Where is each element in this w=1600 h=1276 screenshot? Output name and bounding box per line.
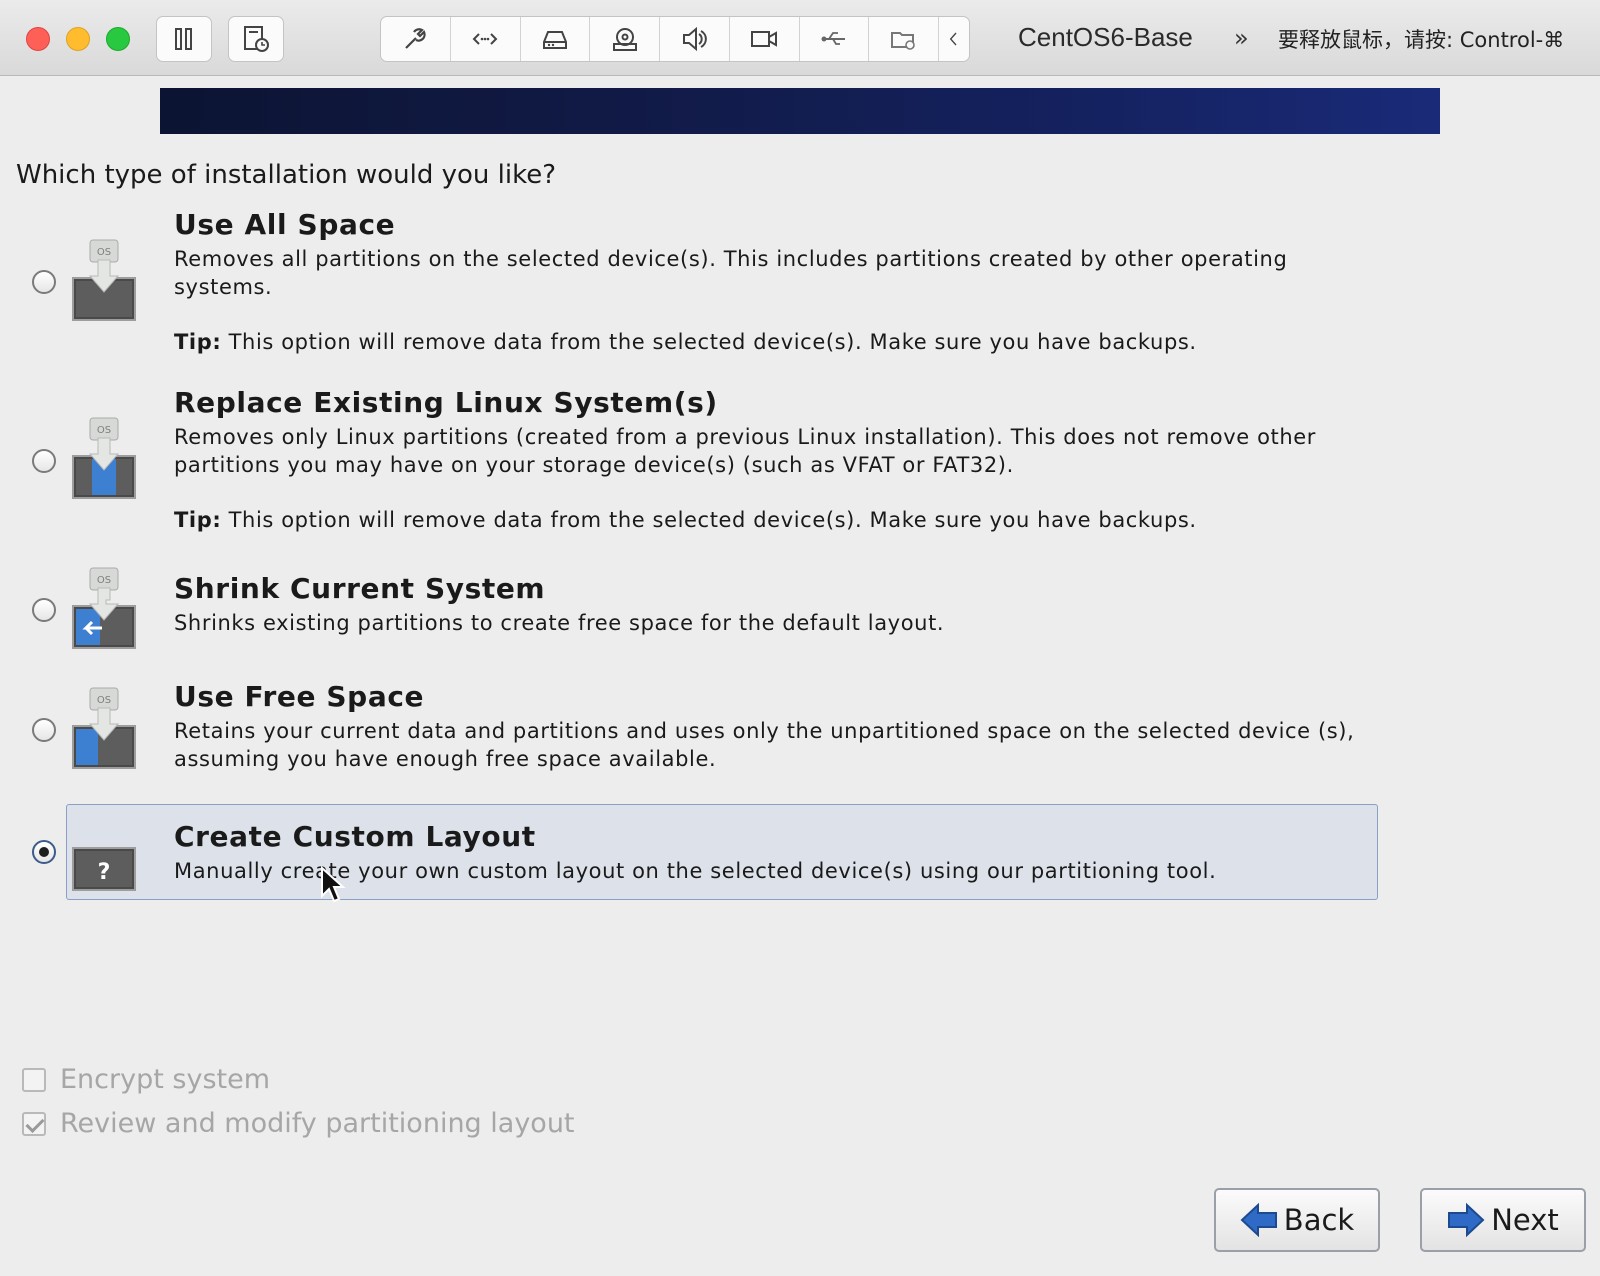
radio-use-free-space[interactable] (32, 718, 56, 742)
tip-label: Tip: (174, 330, 222, 354)
os-label: OS (97, 575, 111, 586)
zoom-window-button[interactable] (106, 27, 130, 51)
tip-text: This option will remove data from the se… (221, 330, 1197, 354)
use-free-space-icon: OS (72, 687, 136, 769)
shared-folder-icon (890, 32, 915, 50)
page-question: Which type of installation would you lik… (16, 160, 556, 190)
cdrom-icon (612, 28, 637, 51)
next-button[interactable]: Next (1420, 1188, 1586, 1252)
option-tip: Tip: This option will remove data from t… (174, 508, 1197, 532)
option-tip: Tip: This option will remove data from t… (174, 330, 1197, 354)
tip-text: This option will remove data from the se… (221, 508, 1197, 532)
option-title: Use All Space (174, 208, 396, 241)
usb-button[interactable] (800, 17, 870, 61)
pause-icon (175, 28, 192, 50)
sound-button[interactable] (660, 17, 730, 61)
window-toolbar: CentOS6-Base » 要释放鼠标，请按: Control-⌘ (0, 0, 1600, 76)
replace-linux-icon: OS (72, 417, 136, 499)
back-button[interactable]: Back (1214, 1188, 1380, 1252)
window-title: CentOS6-Base (1018, 22, 1193, 52)
harddisk-button[interactable] (521, 17, 591, 61)
os-label: OS (97, 695, 111, 706)
cdrom-button[interactable] (590, 17, 660, 61)
radio-create-custom-layout[interactable] (32, 840, 56, 864)
installer-banner (160, 88, 1440, 134)
encrypt-system-label: Encrypt system (60, 1064, 271, 1095)
minimize-window-button[interactable] (66, 27, 90, 51)
option-title: Shrink Current System (174, 572, 546, 605)
arrow-right-icon (1448, 1202, 1485, 1238)
radio-replace-linux[interactable] (32, 449, 56, 473)
encrypt-system-checkbox[interactable] (22, 1067, 46, 1092)
pause-button[interactable] (156, 16, 212, 62)
review-layout-row[interactable]: Review and modify partitioning layout (22, 1108, 575, 1139)
os-label: OS (97, 247, 111, 258)
snapshot-icon (244, 26, 269, 52)
option-description: Removes only Linux partitions (created f… (174, 425, 1317, 477)
more-chevron-icon[interactable]: » (1234, 24, 1248, 52)
speaker-icon (683, 26, 708, 52)
os-label: OS (97, 425, 111, 436)
review-layout-label: Review and modify partitioning layout (60, 1108, 575, 1139)
option-description: Shrinks existing partitions to create fr… (174, 611, 945, 635)
mouse-cursor-icon (321, 866, 346, 903)
shrink-current-icon: OS (72, 567, 136, 649)
arrow-left-icon (1240, 1202, 1277, 1238)
network-icon (472, 33, 498, 45)
snapshot-button[interactable] (228, 16, 284, 62)
encrypt-system-row[interactable]: Encrypt system (22, 1064, 270, 1095)
option-description: Manually create your own custom layout o… (174, 859, 1217, 883)
option-title: Replace Existing Linux System(s) (174, 386, 718, 419)
usb-icon (821, 32, 845, 45)
radio-use-all-space[interactable] (32, 270, 56, 294)
back-label: Back (1283, 1203, 1355, 1237)
custom-layout-icon: ? (72, 847, 136, 891)
option-description: Retains your current data and partitions… (174, 719, 1355, 771)
wrench-icon (405, 28, 427, 49)
tip-label: Tip: (174, 508, 222, 532)
option-title: Create Custom Layout (174, 820, 536, 853)
close-window-button[interactable] (26, 27, 50, 51)
camera-button[interactable] (730, 17, 800, 61)
question-mark-label: ? (98, 860, 111, 885)
settings-button[interactable] (381, 17, 451, 61)
review-layout-checkbox[interactable] (22, 1111, 46, 1136)
shared-folder-button[interactable] (869, 17, 939, 61)
toolbar-collapse-button[interactable] (939, 17, 969, 61)
chevron-left-icon (949, 32, 957, 46)
network-button[interactable] (451, 17, 521, 61)
use-all-space-icon: OS (72, 239, 136, 321)
next-label: Next (1491, 1203, 1559, 1237)
release-mouse-hint: 要释放鼠标，请按: Control-⌘ (1278, 28, 1565, 52)
camera-icon (751, 31, 778, 47)
option-description: Removes all partitions on the selected d… (174, 247, 1288, 299)
harddisk-icon (542, 31, 567, 49)
radio-shrink-current[interactable] (32, 598, 56, 622)
option-title: Use Free Space (174, 680, 425, 713)
device-toolbar (380, 16, 970, 62)
